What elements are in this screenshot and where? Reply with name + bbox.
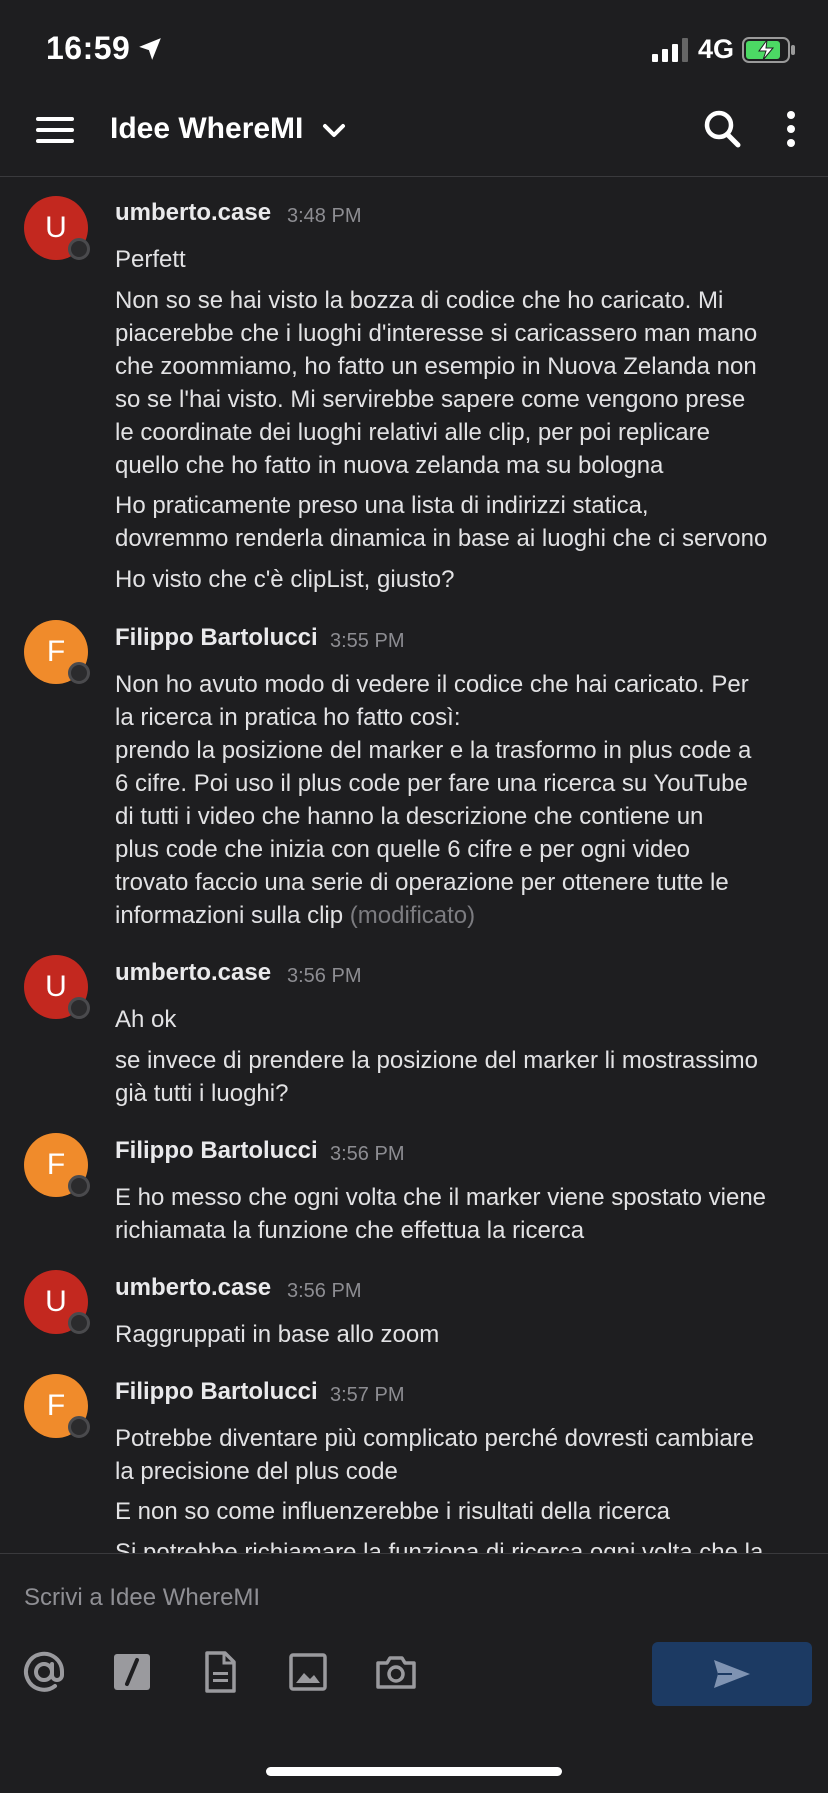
- message-text: Potrebbe diventare più complicato perché…: [115, 1425, 755, 1485]
- sender-name[interactable]: Filippo Bartolucci: [115, 1378, 318, 1406]
- search-icon[interactable]: [702, 108, 742, 150]
- message-text: Perfett: [115, 246, 186, 273]
- presence-indicator: [68, 1175, 90, 1197]
- location-arrow-icon: [139, 38, 161, 60]
- status-bar: 16:59 4G: [0, 0, 828, 90]
- message-composer: Scrivi a Idee WhereMI: [0, 1553, 828, 1793]
- message-timestamp: 3:56 PM: [287, 1280, 362, 1302]
- message-text: Ho visto che c'è clipList, giusto?: [115, 566, 455, 593]
- sender-name[interactable]: umberto.case: [115, 1274, 271, 1302]
- sender-name[interactable]: Filippo Bartolucci: [115, 1137, 318, 1165]
- sender-name[interactable]: umberto.case: [115, 199, 271, 227]
- message-text: Ho praticamente preso una lista di indir…: [115, 492, 768, 552]
- message-timestamp: 3:55 PM: [330, 630, 405, 652]
- message-list[interactable]: U umberto.case 3:48 PM Perfett Non so se…: [0, 177, 828, 1553]
- message-text: se invece di prendere la posizione del m…: [115, 1047, 758, 1107]
- presence-indicator: [68, 1416, 90, 1438]
- message-text: Raggruppati in base allo zoom: [115, 1321, 440, 1348]
- message-text: Non ho avuto modo di vedere il codice ch…: [115, 671, 752, 929]
- message-timestamp: 3:56 PM: [330, 1143, 405, 1165]
- message-text: Non so se hai visto la bozza di codice c…: [115, 287, 758, 479]
- send-icon: [714, 1660, 750, 1688]
- message-text: Ah ok: [115, 1006, 177, 1033]
- edited-label: (modificato): [349, 902, 476, 929]
- presence-indicator: [68, 1312, 90, 1334]
- network-type: 4G: [698, 34, 735, 64]
- chevron-down-icon[interactable]: [322, 122, 346, 140]
- message-text: E ho messo che ogni volta che il marker …: [115, 1184, 767, 1244]
- send-button[interactable]: [652, 1642, 812, 1706]
- slash-command-icon[interactable]: [110, 1650, 154, 1694]
- presence-indicator: [68, 662, 90, 684]
- battery-charging-icon: [742, 37, 795, 63]
- sender-name[interactable]: Filippo Bartolucci: [115, 624, 318, 652]
- kebab-icon[interactable]: [776, 108, 806, 150]
- camera-icon[interactable]: [374, 1650, 418, 1694]
- message-input[interactable]: Scrivi a Idee WhereMI: [24, 1584, 260, 1612]
- home-indicator: [266, 1767, 562, 1776]
- message-timestamp: 3:56 PM: [287, 965, 362, 987]
- image-icon[interactable]: [286, 1650, 330, 1694]
- file-icon[interactable]: [198, 1650, 242, 1694]
- message-text: E non so come influenzerebbe i risultati…: [115, 1498, 670, 1525]
- signal-bars-icon: [652, 38, 688, 62]
- presence-indicator: [68, 238, 90, 260]
- message-timestamp: 3:57 PM: [330, 1384, 405, 1406]
- status-time: 16:59: [46, 30, 131, 66]
- sender-name[interactable]: umberto.case: [115, 959, 271, 987]
- at-icon[interactable]: [22, 1650, 66, 1694]
- presence-indicator: [68, 997, 90, 1019]
- message-timestamp: 3:48 PM: [287, 205, 362, 227]
- channel-title[interactable]: Idee WhereMI: [110, 112, 303, 146]
- message-text: Si potrebbe richiamare la funziona di ri…: [115, 1539, 764, 1553]
- hamburger-icon[interactable]: [34, 112, 76, 148]
- channel-header: Idee WhereMI: [0, 90, 828, 177]
